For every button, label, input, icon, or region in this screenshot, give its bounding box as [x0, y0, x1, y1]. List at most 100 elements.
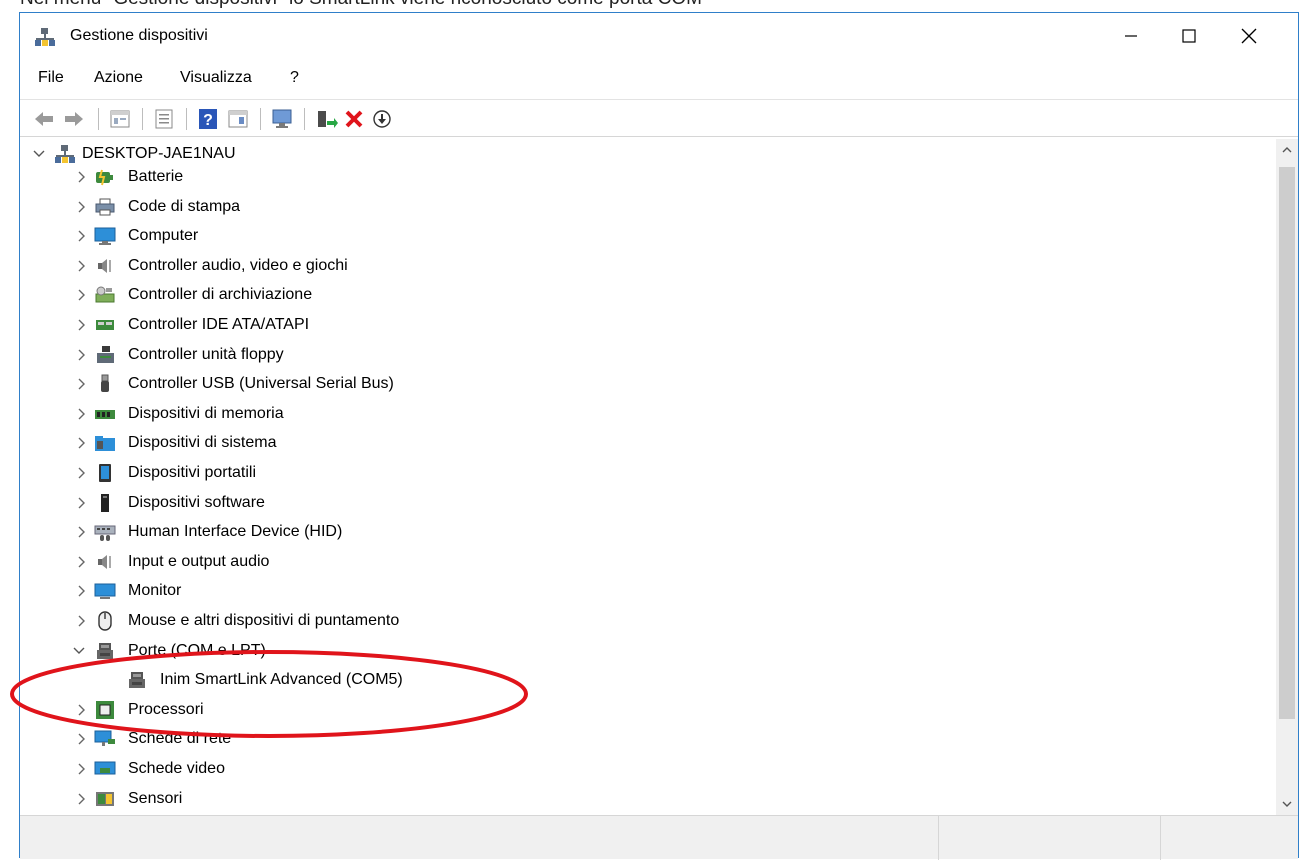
storage-icon: [94, 285, 116, 305]
chevron-right-icon[interactable]: [74, 436, 88, 450]
minimize-icon: [1125, 35, 1137, 37]
tree-item-label: Schede di rete: [128, 730, 232, 748]
device-category-schede-di-rete[interactable]: Schede di rete: [20, 724, 1272, 753]
device-manager-icon: [34, 27, 56, 47]
status-bar: [20, 815, 1299, 860]
tree-item-label: Dispositivi portatili: [128, 464, 257, 481]
vertical-scrollbar[interactable]: [1276, 139, 1298, 815]
chevron-right-icon[interactable]: [74, 762, 88, 776]
device-category-monitor[interactable]: Monitor: [20, 576, 1272, 605]
device-category-human-interface-device-hid[interactable]: Human Interface Device (HID): [20, 517, 1272, 546]
close-icon: [1241, 28, 1257, 44]
minimize-button[interactable]: [1102, 13, 1160, 59]
chevron-right-icon[interactable]: [74, 318, 88, 332]
tree-item-label: Dispositivi di memoria: [128, 404, 284, 422]
tree-item-label: Sensori: [128, 789, 183, 807]
tree-item-label: Batterie: [128, 168, 184, 185]
tree-item-label: Controller USB (Universal Serial Bus): [128, 375, 394, 393]
memory-icon: [94, 404, 116, 424]
chevron-right-icon[interactable]: [74, 792, 88, 806]
device-category-batterie[interactable]: Batterie: [20, 162, 1272, 191]
device-category-dispositivi-di-sistema[interactable]: Dispositivi di sistema: [20, 428, 1272, 457]
details-pane-button[interactable]: [226, 107, 250, 131]
device-item-inim-smartlink-advanced-com5[interactable]: Inim SmartLink Advanced (COM5): [20, 665, 1272, 694]
device-category-computer[interactable]: Computer: [20, 221, 1272, 250]
status-cell: [1160, 816, 1299, 860]
chevron-right-icon[interactable]: [74, 525, 88, 539]
list-view-icon: [155, 109, 173, 129]
device-manager-window: Gestione dispositivi File Azione Visuali…: [19, 12, 1299, 860]
chevron-right-icon[interactable]: [74, 555, 88, 569]
help-button[interactable]: ?: [196, 107, 220, 131]
device-category-controller-di-archiviazione[interactable]: Controller di archiviazione: [20, 280, 1272, 309]
device-category-dispositivi-di-memoria[interactable]: Dispositivi di memoria: [20, 399, 1272, 428]
device-category-dispositivi-software[interactable]: Dispositivi software: [20, 488, 1272, 517]
close-button[interactable]: [1220, 13, 1278, 59]
device-category-porte-com-e-lpt[interactable]: Porte (COM e LPT): [20, 636, 1272, 665]
device-category-controller-audio-video-e-giochi[interactable]: Controller audio, video e giochi: [20, 251, 1272, 280]
menu-azione[interactable]: Azione: [94, 69, 143, 87]
chevron-right-icon[interactable]: [74, 407, 88, 421]
port-icon: [94, 641, 116, 661]
device-category-schede-video[interactable]: Schede video: [20, 754, 1272, 783]
chevron-down-icon[interactable]: [32, 147, 46, 161]
help-icon: ?: [199, 109, 217, 129]
device-category-mouse-e-altri-dispositivi-di-puntamento[interactable]: Mouse e altri dispositivi di puntamento: [20, 606, 1272, 635]
uninstall-button[interactable]: [342, 107, 366, 131]
chevron-right-icon[interactable]: [74, 466, 88, 480]
port-icon: [126, 670, 148, 690]
forward-arrow-icon: [65, 112, 83, 126]
chevron-down-icon[interactable]: [72, 644, 86, 658]
ide-controller-icon: [94, 315, 116, 335]
status-cell: [938, 816, 1161, 860]
menu-visualizza[interactable]: Visualizza: [180, 69, 252, 87]
update-driver-button[interactable]: [314, 107, 338, 131]
chevron-right-icon[interactable]: [74, 229, 88, 243]
chevron-right-icon[interactable]: [74, 584, 88, 598]
scrollbar-thumb[interactable]: [1279, 167, 1295, 719]
chevron-up-icon: [1282, 147, 1292, 153]
svg-text:?: ?: [203, 112, 213, 129]
speaker-icon: [94, 256, 116, 276]
device-category-controller-ide-ata-atapi[interactable]: Controller IDE ATA/ATAPI: [20, 310, 1272, 339]
device-category-sensori[interactable]: Sensori: [20, 784, 1272, 813]
menu-file[interactable]: File: [38, 69, 64, 87]
device-category-controller-usb-universal-serial-bus[interactable]: Controller USB (Universal Serial Bus): [20, 369, 1272, 398]
chevron-right-icon[interactable]: [74, 496, 88, 510]
properties-view-button[interactable]: [108, 107, 132, 131]
tree-item-label: Dispositivi software: [128, 493, 265, 511]
device-category-processori[interactable]: Processori: [20, 695, 1272, 724]
device-category-controller-unit-floppy[interactable]: Controller unità floppy: [20, 340, 1272, 369]
uninstall-icon: [345, 110, 363, 128]
caption-text: Nel menu "Gestione dispositivi" lo Smart…: [20, 0, 702, 12]
chevron-right-icon[interactable]: [74, 200, 88, 214]
scroll-down-button[interactable]: [1276, 793, 1298, 815]
back-button[interactable]: [32, 107, 56, 131]
chevron-right-icon[interactable]: [74, 288, 88, 302]
device-category-input-e-output-audio[interactable]: Input e output audio: [20, 547, 1272, 576]
chevron-right-icon[interactable]: [74, 614, 88, 628]
device-category-code-di-stampa[interactable]: Code di stampa: [20, 192, 1272, 221]
maximize-button[interactable]: [1160, 13, 1218, 59]
properties-view-icon: [110, 110, 130, 128]
device-category-dispositivi-portatili[interactable]: Dispositivi portatili: [20, 458, 1272, 487]
chevron-right-icon[interactable]: [74, 259, 88, 273]
tree-item-label: Dispositivi di sistema: [128, 434, 277, 452]
menu-help[interactable]: ?: [290, 69, 299, 87]
window-title: Gestione dispositivi: [70, 27, 208, 44]
toolbar-separator: [186, 108, 187, 130]
sensor-icon: [94, 789, 116, 809]
chevron-right-icon[interactable]: [74, 377, 88, 391]
disable-device-icon: [373, 110, 391, 128]
chevron-right-icon[interactable]: [74, 703, 88, 717]
chevron-right-icon[interactable]: [74, 170, 88, 184]
software-device-icon: [94, 493, 116, 513]
scan-hardware-button[interactable]: [270, 107, 294, 131]
disable-device-button[interactable]: [370, 107, 394, 131]
forward-button[interactable]: [62, 107, 86, 131]
toolbar-separator: [304, 108, 305, 130]
chevron-right-icon[interactable]: [74, 732, 88, 746]
scroll-up-button[interactable]: [1276, 139, 1298, 161]
chevron-right-icon[interactable]: [74, 348, 88, 362]
list-view-button[interactable]: [152, 107, 176, 131]
